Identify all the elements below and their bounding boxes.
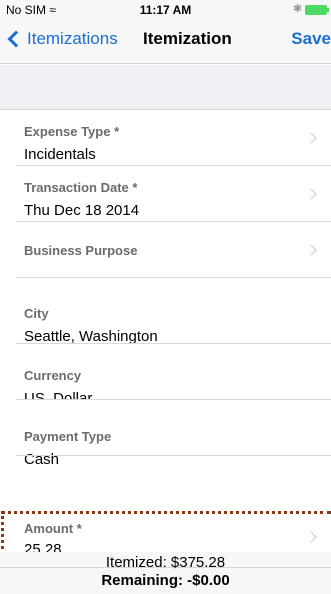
field-label: City: [24, 306, 49, 321]
field-value: Thu Dec 18 2014: [24, 202, 140, 219]
field-value: Cash: [24, 451, 60, 468]
totals-footer: Itemized: $375.28 Remaining: -$0.00: [0, 554, 331, 594]
field-transaction-date[interactable]: Transaction Date * Thu Dec 18 2014: [0, 166, 331, 222]
field-label: Payment Type: [24, 429, 112, 444]
chevron-right-icon: [305, 244, 317, 256]
field-label: Business Purpose: [24, 243, 138, 258]
status-icons: ✱: [291, 3, 331, 17]
itemized-total: Itemized: $375.28: [105, 554, 226, 571]
save-button[interactable]: Save: [291, 29, 331, 49]
field-label: Transaction Date *: [24, 180, 138, 195]
field-value: Seattle, Washington: [24, 328, 158, 345]
chevron-left-icon: [7, 30, 25, 48]
remaining-total: Remaining: -$0.00: [101, 572, 230, 589]
chevron-right-icon: [305, 132, 317, 144]
field-expense-type[interactable]: Expense Type * Incidentals: [0, 110, 331, 166]
back-button[interactable]: Itemizations: [6, 29, 118, 49]
page-title: Itemization: [143, 29, 232, 48]
bluetooth-icon: ✱: [293, 3, 303, 15]
field-payment-type[interactable]: Payment Type Cash: [0, 400, 331, 468]
field-currency[interactable]: Currency US, Dollar: [0, 344, 331, 407]
field-label: Expense Type *: [24, 124, 120, 139]
field-label: Currency: [24, 368, 82, 383]
back-button-label: Itemizations: [27, 29, 118, 48]
field-value: Incidentals: [24, 146, 96, 163]
chevron-right-icon: [305, 188, 317, 200]
status-time: 11:17 AM: [139, 3, 192, 17]
field-city[interactable]: City Seattle, Washington: [0, 288, 331, 345]
field-business-purpose[interactable]: Business Purpose: [0, 222, 331, 278]
navigation-bar: Itemizations Itemization Save: [0, 20, 331, 64]
battery-icon: [305, 5, 327, 15]
battery-tip: [327, 8, 329, 12]
status-bar: No SIM ≈ 11:17 AM ✱: [0, 0, 331, 20]
section-header: [0, 65, 331, 110]
